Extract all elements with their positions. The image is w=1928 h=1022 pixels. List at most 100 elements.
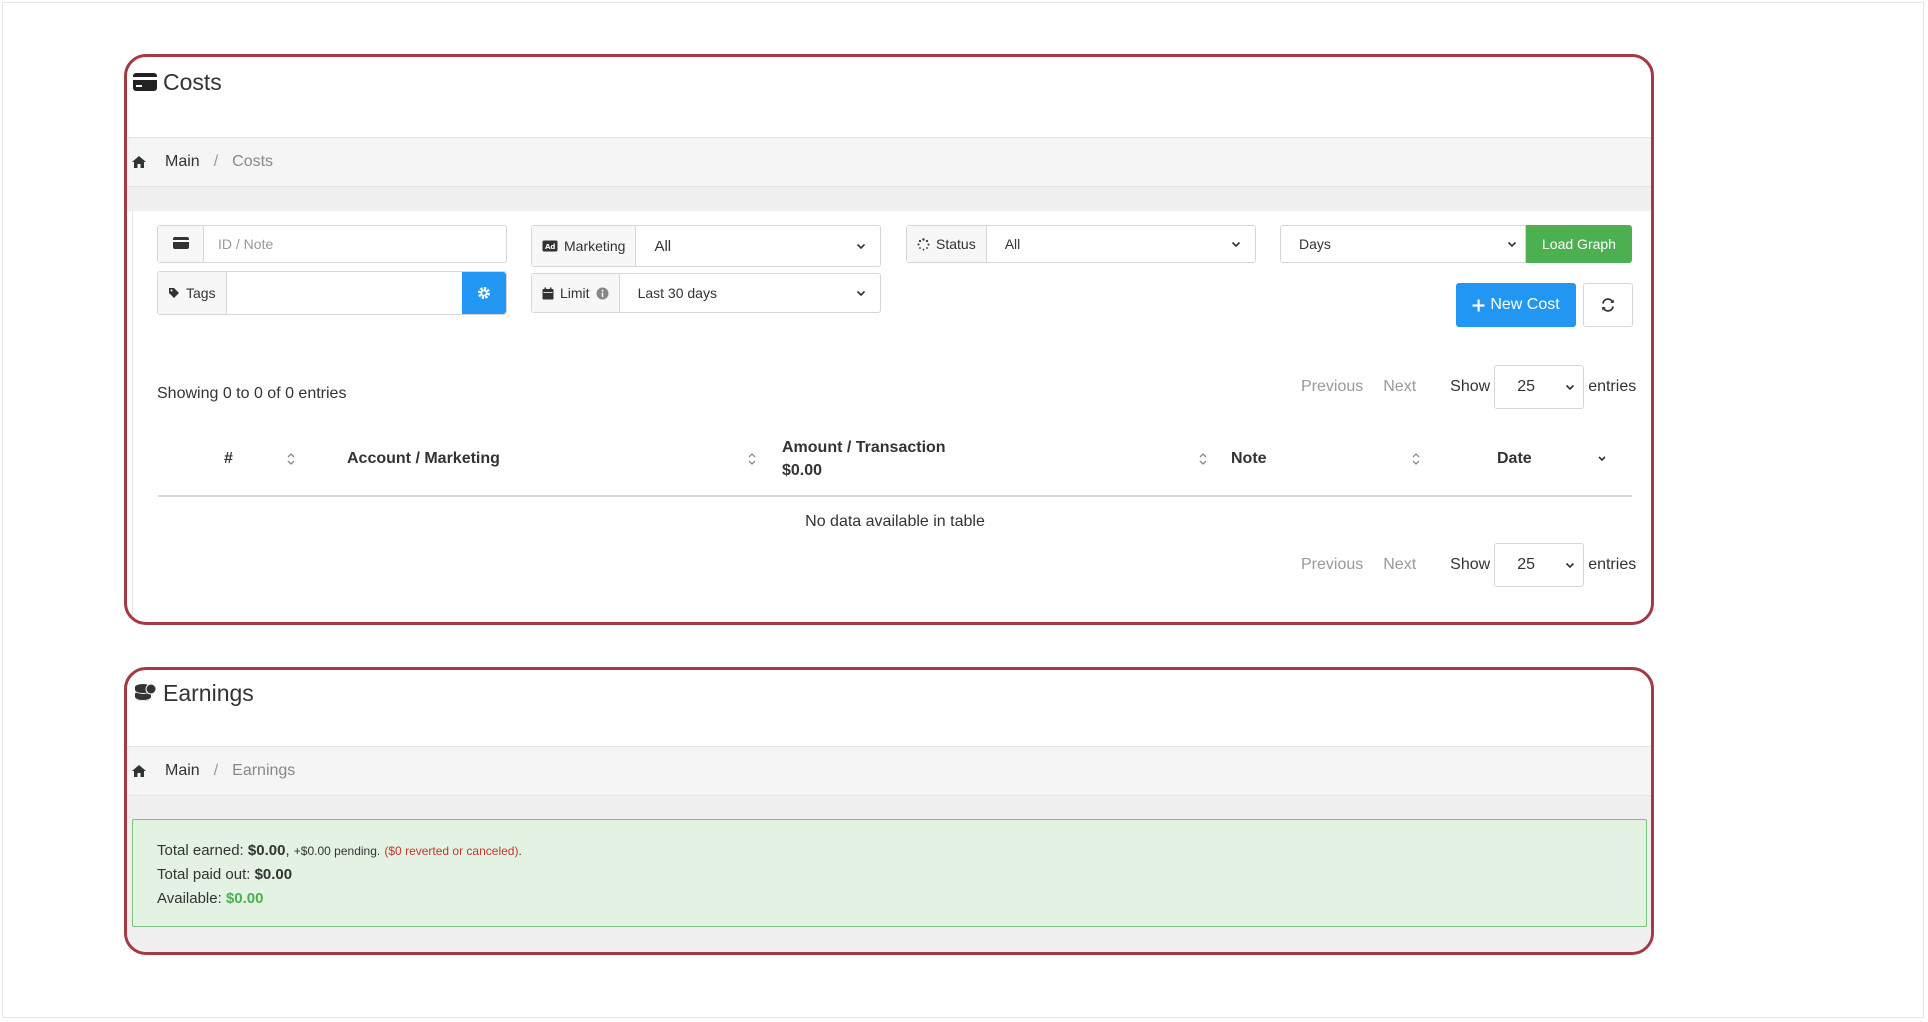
- total-paid-line: Total paid out: $0.00: [157, 863, 1622, 887]
- marketing-group: Ad Marketing All: [531, 225, 881, 267]
- ad-icon: Ad: [542, 240, 558, 252]
- page-length-select[interactable]: 25: [1494, 543, 1585, 587]
- card-addon: [158, 226, 204, 262]
- table-info: Showing 0 to 0 of 0 entries: [157, 385, 347, 402]
- available-value: $0.00: [225, 890, 264, 907]
- column-header-amount[interactable]: Amount / Transaction $0.00: [782, 421, 946, 497]
- costs-title-bar: Costs: [127, 57, 1651, 137]
- costs-content: ID / Note Tags Ad Marketing All Limit La…: [132, 211, 1651, 621]
- refresh-button[interactable]: [1583, 283, 1633, 327]
- column-header-index[interactable]: #: [224, 421, 233, 497]
- new-cost-label: New Cost: [1490, 296, 1560, 313]
- total-earned-value: $0.00: [247, 842, 286, 859]
- reverted-text: ($0 reverted or canceled): [384, 844, 519, 858]
- load-graph-button[interactable]: Load Graph: [1526, 225, 1632, 263]
- breadcrumb-main-link[interactable]: Main: [165, 762, 200, 780]
- entries-label: entries: [1588, 556, 1637, 573]
- refresh-icon: [1600, 297, 1616, 313]
- marketing-select[interactable]: All: [636, 226, 880, 266]
- marketing-select-value: All: [654, 237, 672, 255]
- content-top-strip: [127, 187, 1651, 211]
- previous-page-button[interactable]: Previous: [1301, 556, 1363, 574]
- next-page-button[interactable]: Next: [1383, 378, 1416, 396]
- calendar-icon: [542, 287, 554, 300]
- tags-addon: Tags: [158, 272, 227, 314]
- total-paid-value: $0.00: [254, 866, 293, 883]
- new-cost-button[interactable]: New Cost: [1456, 283, 1576, 327]
- sort-icon[interactable]: [1411, 451, 1421, 467]
- tag-icon: [168, 287, 180, 299]
- show-label: Show: [1450, 556, 1491, 573]
- coins-icon: [131, 680, 159, 706]
- chevron-down-icon: [1231, 239, 1241, 249]
- chevron-down-icon: [1565, 382, 1575, 392]
- status-select[interactable]: All: [987, 226, 1255, 262]
- available-label: Available:: [157, 890, 222, 907]
- comma: ,: [285, 842, 290, 859]
- limit-select[interactable]: Last 30 days: [620, 274, 880, 312]
- page-length-value: 25: [1517, 378, 1535, 395]
- gear-icon: [477, 286, 491, 300]
- credit-card-icon: [131, 69, 159, 95]
- period: .: [518, 844, 522, 858]
- page-length-value: 25: [1517, 556, 1535, 573]
- earnings-panel: Earnings Main / Earnings Total earned: $…: [124, 667, 1654, 955]
- id-note-group: ID / Note: [157, 225, 507, 263]
- breadcrumb-separator: /: [213, 153, 219, 170]
- breadcrumb-current: Costs: [232, 153, 274, 170]
- earnings-summary-alert: Total earned: $0.00, +$0.00 pending. ($0…: [132, 819, 1647, 927]
- tags-label: Tags: [186, 285, 216, 301]
- status-group: Status All: [906, 225, 1256, 263]
- page-title: Earnings: [163, 680, 254, 706]
- next-page-button[interactable]: Next: [1383, 556, 1416, 574]
- table-header: # Account / Marketing Amount / Transacti…: [158, 421, 1632, 497]
- marketing-label: Marketing: [564, 238, 626, 254]
- total-earned-line: Total earned: $0.00, +$0.00 pending. ($0…: [157, 839, 1622, 863]
- limit-label: Limit: [560, 285, 590, 301]
- svg-text:Ad: Ad: [545, 243, 555, 251]
- sort-desc-icon[interactable]: [1597, 451, 1607, 467]
- credit-card-icon: [172, 236, 190, 253]
- id-note-input[interactable]: ID / Note: [204, 226, 506, 262]
- graph-period-value: Days: [1299, 236, 1331, 252]
- column-header-note[interactable]: Note: [1231, 421, 1267, 497]
- home-icon[interactable]: [131, 153, 153, 171]
- total-earned-label: Total earned:: [157, 842, 244, 859]
- breadcrumb-main-link[interactable]: Main: [165, 153, 200, 171]
- chevron-down-icon: [1565, 560, 1575, 570]
- sort-icon[interactable]: [1198, 451, 1208, 467]
- marketing-addon: Ad Marketing: [532, 226, 637, 266]
- pager-bottom: Previous Next Show 25 entries: [1301, 543, 1636, 587]
- column-header-amount-label: Amount / Transaction: [782, 439, 946, 456]
- plus-icon: [1472, 299, 1485, 312]
- status-addon: Status: [907, 226, 987, 262]
- limit-group: Limit Last 30 days: [531, 273, 881, 313]
- previous-page-button[interactable]: Previous: [1301, 378, 1363, 396]
- graph-period-group: Days: [1280, 225, 1526, 263]
- breadcrumb-separator: /: [213, 762, 219, 779]
- limit-select-value: Last 30 days: [637, 285, 717, 301]
- chevron-down-icon: [1507, 239, 1517, 249]
- empty-table-message: No data available in table: [805, 513, 985, 530]
- tags-settings-button[interactable]: [462, 272, 506, 314]
- graph-period-select[interactable]: Days: [1281, 226, 1525, 262]
- sort-icon[interactable]: [286, 451, 296, 467]
- limit-addon: Limit: [532, 274, 620, 312]
- chevron-down-icon: [856, 241, 866, 251]
- home-icon[interactable]: [131, 762, 153, 780]
- pager-top: Previous Next Show 25 entries: [1301, 365, 1636, 409]
- tags-group: Tags: [157, 271, 507, 315]
- costs-panel: Costs Main / Costs ID / Note Tags Ad Mar…: [124, 54, 1654, 625]
- spinner-icon: [917, 237, 930, 251]
- column-header-date[interactable]: Date: [1497, 421, 1532, 497]
- page-length-select[interactable]: 25: [1494, 365, 1585, 409]
- column-header-account[interactable]: Account / Marketing: [347, 421, 500, 497]
- sort-icon[interactable]: [747, 451, 757, 467]
- status-select-value: All: [1004, 236, 1021, 252]
- breadcrumb: Main / Costs: [127, 137, 1651, 187]
- info-icon[interactable]: [596, 287, 609, 300]
- tags-input[interactable]: [227, 272, 462, 314]
- breadcrumb: Main / Earnings: [127, 746, 1651, 796]
- amount-total: $0.00: [782, 462, 823, 479]
- total-paid-label: Total paid out:: [157, 866, 251, 883]
